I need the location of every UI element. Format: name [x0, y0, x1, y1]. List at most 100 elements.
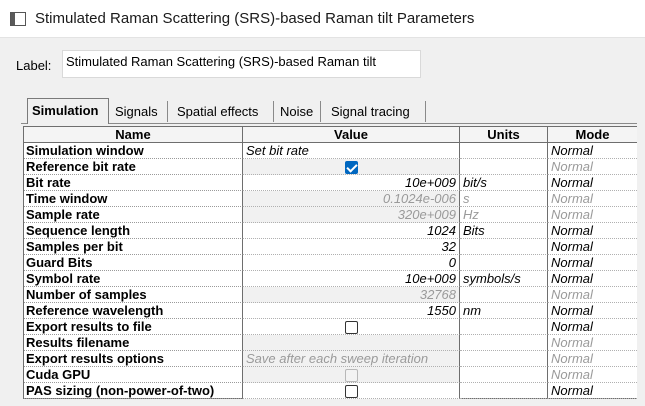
param-mode[interactable]: Normal [548, 271, 637, 287]
param-value[interactable]: 1024 [243, 223, 460, 239]
table-row[interactable]: Time window 0.1024e-006 s Normal [24, 191, 637, 207]
table-row[interactable]: Cuda GPU Normal [24, 367, 637, 383]
param-units: Hz [460, 207, 548, 223]
tab-divider [21, 123, 637, 124]
label-caption: Label: [16, 58, 52, 73]
param-mode[interactable]: Normal [548, 143, 637, 159]
label-input[interactable] [62, 50, 421, 78]
tab-signal-tracing[interactable]: Signal tracing [327, 101, 426, 122]
param-units [460, 319, 548, 335]
param-value[interactable] [243, 319, 460, 335]
table-row[interactable]: Export results options Save after each sw… [24, 351, 637, 367]
tab-simulation[interactable]: Simulation [27, 98, 109, 124]
param-name: Results filename [24, 335, 243, 351]
param-units: symbols/s [460, 271, 548, 287]
param-name: Sequence length [24, 223, 243, 239]
param-value: 32768 [243, 287, 460, 303]
param-name: Export results to file [24, 319, 243, 335]
param-units [460, 351, 548, 367]
checkbox[interactable] [345, 321, 358, 334]
param-value[interactable]: 10e+009 [243, 271, 460, 287]
param-units: nm [460, 303, 548, 319]
param-units [460, 143, 548, 159]
param-mode[interactable]: Normal [548, 319, 637, 335]
table-row[interactable]: Sample rate 320e+009 Hz Normal [24, 207, 637, 223]
table-row[interactable]: Guard Bits 0 Normal [24, 255, 637, 271]
param-value[interactable]: Set bit rate [243, 143, 460, 159]
tab-noise[interactable]: Noise [276, 101, 321, 122]
table-row[interactable]: Sequence length 1024 Bits Normal [24, 223, 637, 239]
window-icon [10, 12, 26, 26]
param-mode[interactable]: Normal [548, 335, 637, 351]
param-units: s [460, 191, 548, 207]
param-value[interactable] [243, 383, 460, 399]
checkbox [345, 369, 358, 382]
param-value [243, 367, 460, 383]
param-units [460, 367, 548, 383]
param-name: Number of samples [24, 287, 243, 303]
param-units: Bits [460, 223, 548, 239]
param-name: Time window [24, 191, 243, 207]
param-name: Reference wavelength [24, 303, 243, 319]
param-value [243, 159, 460, 175]
table-row[interactable]: Simulation window Set bit rate Normal [24, 143, 637, 159]
checkbox[interactable] [345, 385, 358, 398]
param-mode[interactable]: Normal [548, 367, 637, 383]
param-name: Sample rate [24, 207, 243, 223]
checkbox [345, 161, 358, 174]
table-row[interactable]: PAS sizing (non-power-of-two) Normal [24, 383, 637, 399]
param-name: Cuda GPU [24, 367, 243, 383]
table-row[interactable]: Bit rate 10e+009 bit/s Normal [24, 175, 637, 191]
param-mode[interactable]: Normal [548, 287, 637, 303]
column-header-name[interactable]: Name [24, 127, 243, 143]
title-bar: Stimulated Raman Scattering (SRS)-based … [0, 0, 645, 38]
table-row[interactable]: Samples per bit 32 Normal [24, 239, 637, 255]
table-row[interactable]: Number of samples 32768 Normal [24, 287, 637, 303]
param-name: Simulation window [24, 143, 243, 159]
param-mode[interactable]: Normal [548, 303, 637, 319]
param-name: Guard Bits [24, 255, 243, 271]
param-name: Samples per bit [24, 239, 243, 255]
param-units [460, 159, 548, 175]
param-units [460, 383, 548, 399]
param-value: 0.1024e-006 [243, 191, 460, 207]
param-value[interactable]: 0 [243, 255, 460, 271]
table-row[interactable]: Reference bit rate Normal [24, 159, 637, 175]
parameters-grid: Name Value Units Mode Simulation window S… [23, 126, 637, 399]
param-value [243, 335, 460, 351]
param-units [460, 335, 548, 351]
param-mode[interactable]: Normal [548, 351, 637, 367]
table-row[interactable]: Export results to file Normal [24, 319, 637, 335]
param-value: Save after each sweep iteration [243, 351, 460, 367]
param-value[interactable]: 10e+009 [243, 175, 460, 191]
param-mode[interactable]: Normal [548, 255, 637, 271]
param-units [460, 287, 548, 303]
param-units [460, 239, 548, 255]
param-value[interactable]: 32 [243, 239, 460, 255]
window-title: Stimulated Raman Scattering (SRS)-based … [35, 10, 475, 27]
tab-spatial-effects[interactable]: Spatial effects [173, 101, 274, 122]
param-name: Bit rate [24, 175, 243, 191]
param-units: bit/s [460, 175, 548, 191]
param-mode[interactable]: Normal [548, 223, 637, 239]
param-name: Export results options [24, 351, 243, 367]
param-mode[interactable]: Normal [548, 175, 637, 191]
param-mode[interactable]: Normal [548, 191, 637, 207]
param-mode[interactable]: Normal [548, 239, 637, 255]
param-mode[interactable]: Normal [548, 159, 637, 175]
column-header-units[interactable]: Units [460, 127, 548, 143]
table-row[interactable]: Reference wavelength 1550 nm Normal [24, 303, 637, 319]
table-row[interactable]: Results filename Normal [24, 335, 637, 351]
param-name: PAS sizing (non-power-of-two) [24, 383, 243, 399]
column-header-value[interactable]: Value [243, 127, 460, 143]
table-row[interactable]: Symbol rate 10e+009 symbols/s Normal [24, 271, 637, 287]
param-name: Symbol rate [24, 271, 243, 287]
param-mode[interactable]: Normal [548, 207, 637, 223]
param-units [460, 255, 548, 271]
param-name: Reference bit rate [24, 159, 243, 175]
param-mode[interactable]: Normal [548, 383, 637, 399]
param-value: 320e+009 [243, 207, 460, 223]
param-value[interactable]: 1550 [243, 303, 460, 319]
tab-signals[interactable]: Signals [111, 101, 168, 122]
column-header-mode[interactable]: Mode [548, 127, 637, 143]
